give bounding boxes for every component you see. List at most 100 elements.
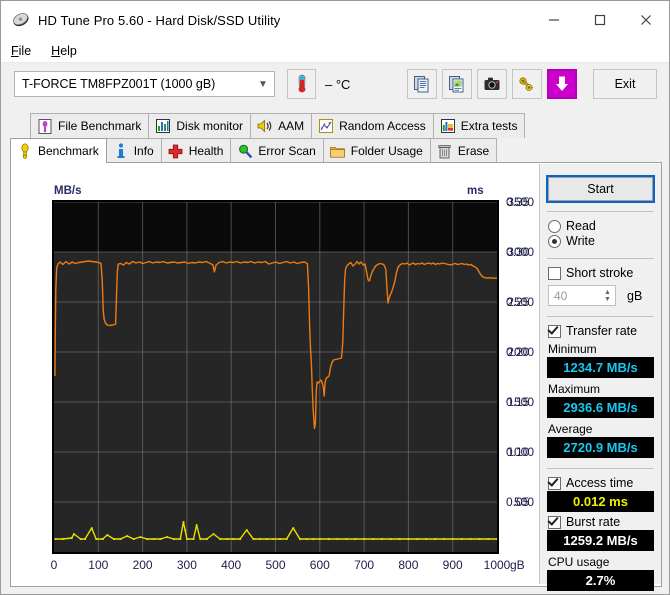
short-stroke-stepper[interactable]: ▲ ▼ (600, 286, 615, 305)
tab-extra-tests[interactable]: Extra tests (432, 113, 526, 138)
radio-read-label: Read (566, 219, 596, 233)
chart-x-tick: 200 (132, 558, 153, 572)
divider-1 (547, 211, 654, 212)
tab-file-benchmark-label: File Benchmark (58, 119, 142, 133)
chart-x-tick: 300 (176, 558, 197, 572)
tab-error-scan-label: Error Scan (258, 144, 316, 158)
tab-folder-usage[interactable]: Folder Usage (322, 138, 431, 163)
benchmark-chart: MB/s ms 500 1000 1500 2000 2500 3000 3500 0.05… (12, 164, 534, 584)
average-label: Average (548, 422, 593, 436)
chart-x-tick: 700 (354, 558, 375, 572)
checkbox-transfer-rate[interactable]: Transfer rate (548, 324, 654, 338)
drive-select[interactable]: T-FORCE TM8FPZ001T (1000 gB) ▼ (14, 71, 275, 97)
chart-y2-tick: 0.15 (506, 395, 530, 409)
options-button[interactable] (512, 69, 542, 99)
tab-error-scan[interactable]: Error Scan (230, 138, 324, 163)
start-button[interactable]: Start (546, 175, 655, 203)
chart-y2-tick: 0.05 (506, 495, 530, 509)
chart-x-tick: 600 (309, 558, 330, 572)
tab-info-label: Info (133, 144, 154, 158)
tab-aam-label: AAM (278, 119, 305, 133)
radio-read[interactable]: Read (548, 219, 654, 233)
tab-aam[interactable]: AAM (250, 113, 313, 138)
tab-disk-monitor[interactable]: Disk monitor (148, 113, 252, 138)
checkbox-burst-rate[interactable]: Burst rate (548, 515, 654, 529)
hdtune-window: HD Tune Pro 5.60 - Hard Disk/SSD Utility… (0, 0, 670, 595)
menu-bar: File Help (1, 39, 669, 63)
menu-help[interactable]: Help (41, 42, 87, 60)
tab-row-bottom: Benchmark Info Health Error Scan Folder … (10, 138, 498, 163)
checkbox-short-stroke[interactable]: Short stroke (548, 266, 654, 280)
screenshot-button[interactable] (477, 69, 507, 99)
drive-select-value: T-FORCE TM8FPZ001T (1000 gB) (22, 77, 216, 91)
tab-file-benchmark[interactable]: File Benchmark (30, 113, 150, 138)
tab-erase[interactable]: Erase (429, 138, 498, 163)
chart-x-tick: 800 (398, 558, 419, 572)
chart-y-axis-label: MB/s (54, 185, 82, 197)
benchmark-sidebar: Start Read Write Short stroke 40 ▲ ▼ gB … (539, 164, 661, 591)
title-bar: HD Tune Pro 5.60 - Hard Disk/SSD Utility (1, 1, 669, 39)
copy-button[interactable] (407, 69, 437, 99)
toolbar-buttons (407, 69, 577, 99)
stepper-up-icon: ▲ (604, 288, 611, 296)
checkbox-transfer-rate-indicator (548, 324, 561, 338)
average-value: 2720.9 MB/s (547, 437, 654, 458)
window-title: HD Tune Pro 5.60 - Hard Disk/SSD Utility (38, 12, 281, 28)
tab-erase-label: Erase (457, 144, 490, 158)
burst-rate-value: 1259.2 MB/s (547, 530, 654, 551)
checkbox-transfer-rate-label: Transfer rate (566, 324, 638, 338)
disk-monitor-icon (154, 119, 172, 133)
tab-benchmark[interactable]: Benchmark (10, 138, 107, 163)
checkbox-access-time[interactable]: Access time (548, 476, 654, 490)
stepper-down-icon: ▼ (604, 295, 611, 303)
cpu-usage-value: 2.7% (547, 570, 654, 591)
exit-button[interactable]: Exit (593, 69, 657, 99)
copy-image-icon (449, 76, 464, 93)
checkbox-burst-rate-indicator (548, 515, 561, 529)
divider-3 (547, 316, 654, 317)
checkbox-short-stroke-label: Short stroke (566, 266, 634, 280)
chart-y2-axis-label: ms (467, 185, 484, 197)
chart-y2-tick: 0.35 (506, 195, 530, 209)
chart-x-tick: 0 (50, 558, 58, 572)
checkbox-burst-rate-label: Burst rate (566, 515, 621, 529)
short-stroke-unit: gB (627, 288, 643, 303)
chart-x-axis-label: gB (510, 558, 525, 572)
tab-random-access[interactable]: Random Access (311, 113, 434, 138)
radio-write[interactable]: Write (548, 234, 654, 248)
keys-icon (519, 77, 534, 91)
menu-file[interactable]: File (1, 42, 41, 60)
minimize-button[interactable] (531, 1, 577, 39)
chart-y2-tick: 0.25 (506, 295, 530, 309)
maximize-button[interactable] (577, 1, 623, 39)
close-button[interactable] (623, 1, 669, 39)
thermometer-button[interactable] (287, 69, 316, 99)
menu-help-rest: elp (60, 43, 77, 58)
chart-x-tick: 900 (442, 558, 463, 572)
save-button[interactable] (547, 69, 577, 99)
camera-icon (484, 77, 500, 90)
file-benchmark-icon (36, 118, 54, 134)
divider-4 (547, 468, 654, 469)
chart-x-tick: 500 (265, 558, 286, 572)
tab-random-access-label: Random Access (339, 119, 426, 133)
tab-extra-tests-label: Extra tests (460, 119, 518, 133)
copy-image-button[interactable] (442, 69, 472, 99)
tab-health[interactable]: Health (160, 138, 232, 163)
chart-canvas (54, 201, 498, 552)
minimum-value: 1234.7 MB/s (547, 357, 654, 378)
tab-info[interactable]: Info (105, 138, 162, 163)
toolbar: T-FORCE TM8FPZ001T (1000 gB) ▼ – °C Exit (1, 64, 669, 108)
chevron-down-icon: ▼ (258, 78, 268, 90)
minimum-label: Minimum (548, 342, 597, 356)
chart-plot-area (52, 200, 499, 554)
tab-folder-usage-label: Folder Usage (350, 144, 423, 158)
info-icon (112, 143, 130, 159)
copy-icon (414, 76, 429, 93)
thermometer-icon (298, 74, 305, 93)
checkbox-short-stroke-indicator (548, 266, 561, 280)
trash-icon (436, 144, 454, 159)
speaker-icon (256, 119, 274, 133)
chart-y2-tick: 0.10 (506, 445, 530, 459)
hdtune-logo-icon (12, 11, 30, 29)
